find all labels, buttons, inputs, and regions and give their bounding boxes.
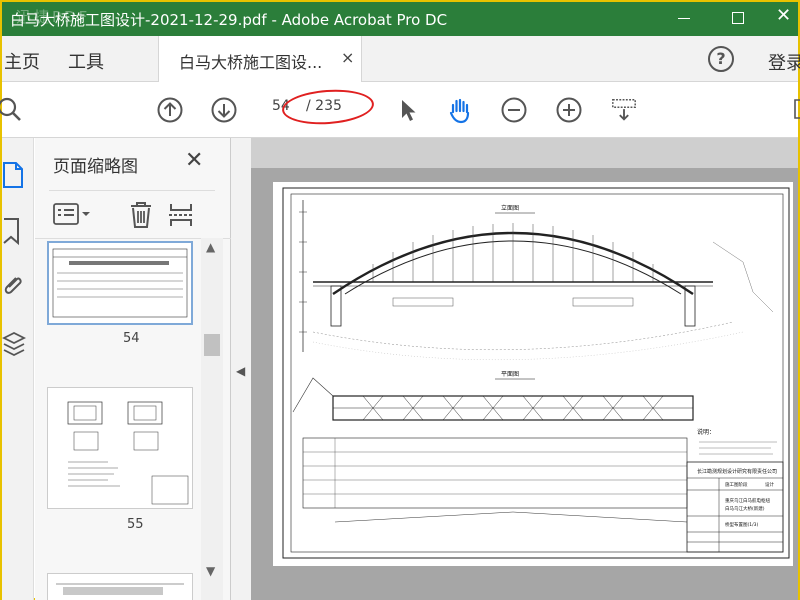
minimize-button[interactable] [678, 18, 690, 19]
thumbnail-page-55[interactable] [47, 387, 193, 509]
tab-document[interactable]: 白马大桥施工图设... × [158, 36, 362, 82]
thumbnail-drawing [52, 248, 188, 318]
project-line-1: 重庆乌江白马航电枢纽 [725, 497, 770, 504]
pane-collapse-handle[interactable]: ◀ [231, 138, 251, 600]
page-thumbnails-icon[interactable] [2, 160, 26, 190]
notes-label: 说明： [697, 428, 715, 436]
document-tab-label: 白马大桥施工图设... [179, 53, 323, 72]
collapse-arrow-icon[interactable]: ◀ [236, 364, 245, 378]
main-toolbar: 54 / 235 [0, 82, 800, 138]
watermark-text: 迅捷PDF [16, 8, 91, 26]
title-bar: 白马大桥施工图设计-2021-12-29.pdf - Adobe Acrobat… [2, 2, 798, 36]
tab-bar: 主页 工具 白马大桥施工图设... × ? 登录 [2, 36, 800, 82]
company-name: 长江勘测规划设计研究有限责任公司 [697, 468, 777, 475]
next-page-icon[interactable] [210, 96, 238, 124]
help-button[interactable]: ? [708, 46, 734, 72]
horizontal-scrollbar-thumb[interactable] [63, 587, 163, 595]
pane-divider [49, 190, 215, 191]
scrolling-mode-icon[interactable] [610, 96, 638, 124]
previous-page-strip [251, 138, 798, 168]
layers-icon[interactable] [2, 328, 26, 358]
select-cursor-icon[interactable] [394, 96, 422, 124]
zoom-in-icon[interactable] [555, 96, 583, 124]
left-nav-rail [2, 138, 34, 600]
document-view[interactable]: 立面图 平面图 说明： 长江勘测规划设计研究有限责任公司 施工图阶段 设计 重庆… [251, 138, 798, 600]
zoom-out-icon[interactable] [500, 96, 528, 124]
discipline-label: 设计 [765, 481, 774, 488]
sheet-title: 桥型布置图(1/3) [725, 521, 758, 528]
thumbnail-scrollbar[interactable]: ▲ ▼ [201, 238, 223, 600]
insert-page-icon[interactable] [167, 200, 197, 230]
hand-tool-icon[interactable] [446, 96, 474, 124]
more-tools-icon[interactable] [786, 96, 800, 124]
previous-page-icon[interactable] [156, 96, 184, 124]
close-pane-icon[interactable]: ✕ [185, 148, 203, 173]
options-menu-icon[interactable] [53, 202, 93, 228]
thumbnail-drawing [67, 401, 189, 505]
tab-tools[interactable]: 工具 [68, 48, 104, 74]
login-button[interactable]: 登录 [768, 49, 800, 75]
attachments-icon[interactable] [2, 272, 26, 302]
pdf-page[interactable]: 立面图 平面图 说明： 长江勘测规划设计研究有限责任公司 施工图阶段 设计 重庆… [273, 182, 793, 566]
next-page-strip [251, 574, 798, 600]
thumbnail-page-54[interactable] [47, 241, 193, 325]
stage-label: 施工图阶段 [725, 481, 748, 488]
red-annotation-ellipse [280, 86, 376, 128]
close-tab-icon[interactable]: × [341, 48, 354, 67]
maximize-button[interactable] [732, 12, 744, 24]
thumbnail-pane: 页面缩略图 ✕ 54 55 ▲ ▼ [35, 138, 231, 600]
project-line-2: 白马乌江大桥(新建) [725, 505, 765, 512]
scroll-up-icon[interactable]: ▲ [206, 240, 215, 254]
close-window-button[interactable]: ✕ [776, 6, 791, 26]
tab-home[interactable]: 主页 [4, 48, 40, 74]
elevation-label: 立面图 [501, 204, 519, 212]
delete-page-icon[interactable] [127, 200, 155, 230]
scroll-down-icon[interactable]: ▼ [206, 564, 215, 578]
bookmarks-icon[interactable] [2, 216, 26, 246]
horizontal-scrollbar[interactable] [47, 584, 197, 598]
search-icon[interactable] [0, 96, 24, 124]
pane-title: 页面缩略图 [53, 157, 138, 177]
thumbnail-toolbar [49, 198, 219, 232]
scrollbar-thumb[interactable] [204, 334, 220, 356]
plan-label: 平面图 [501, 371, 519, 378]
engineering-drawing: 立面图 平面图 说明： 长江勘测规划设计研究有限责任公司 施工图阶段 设计 重庆… [282, 187, 790, 559]
